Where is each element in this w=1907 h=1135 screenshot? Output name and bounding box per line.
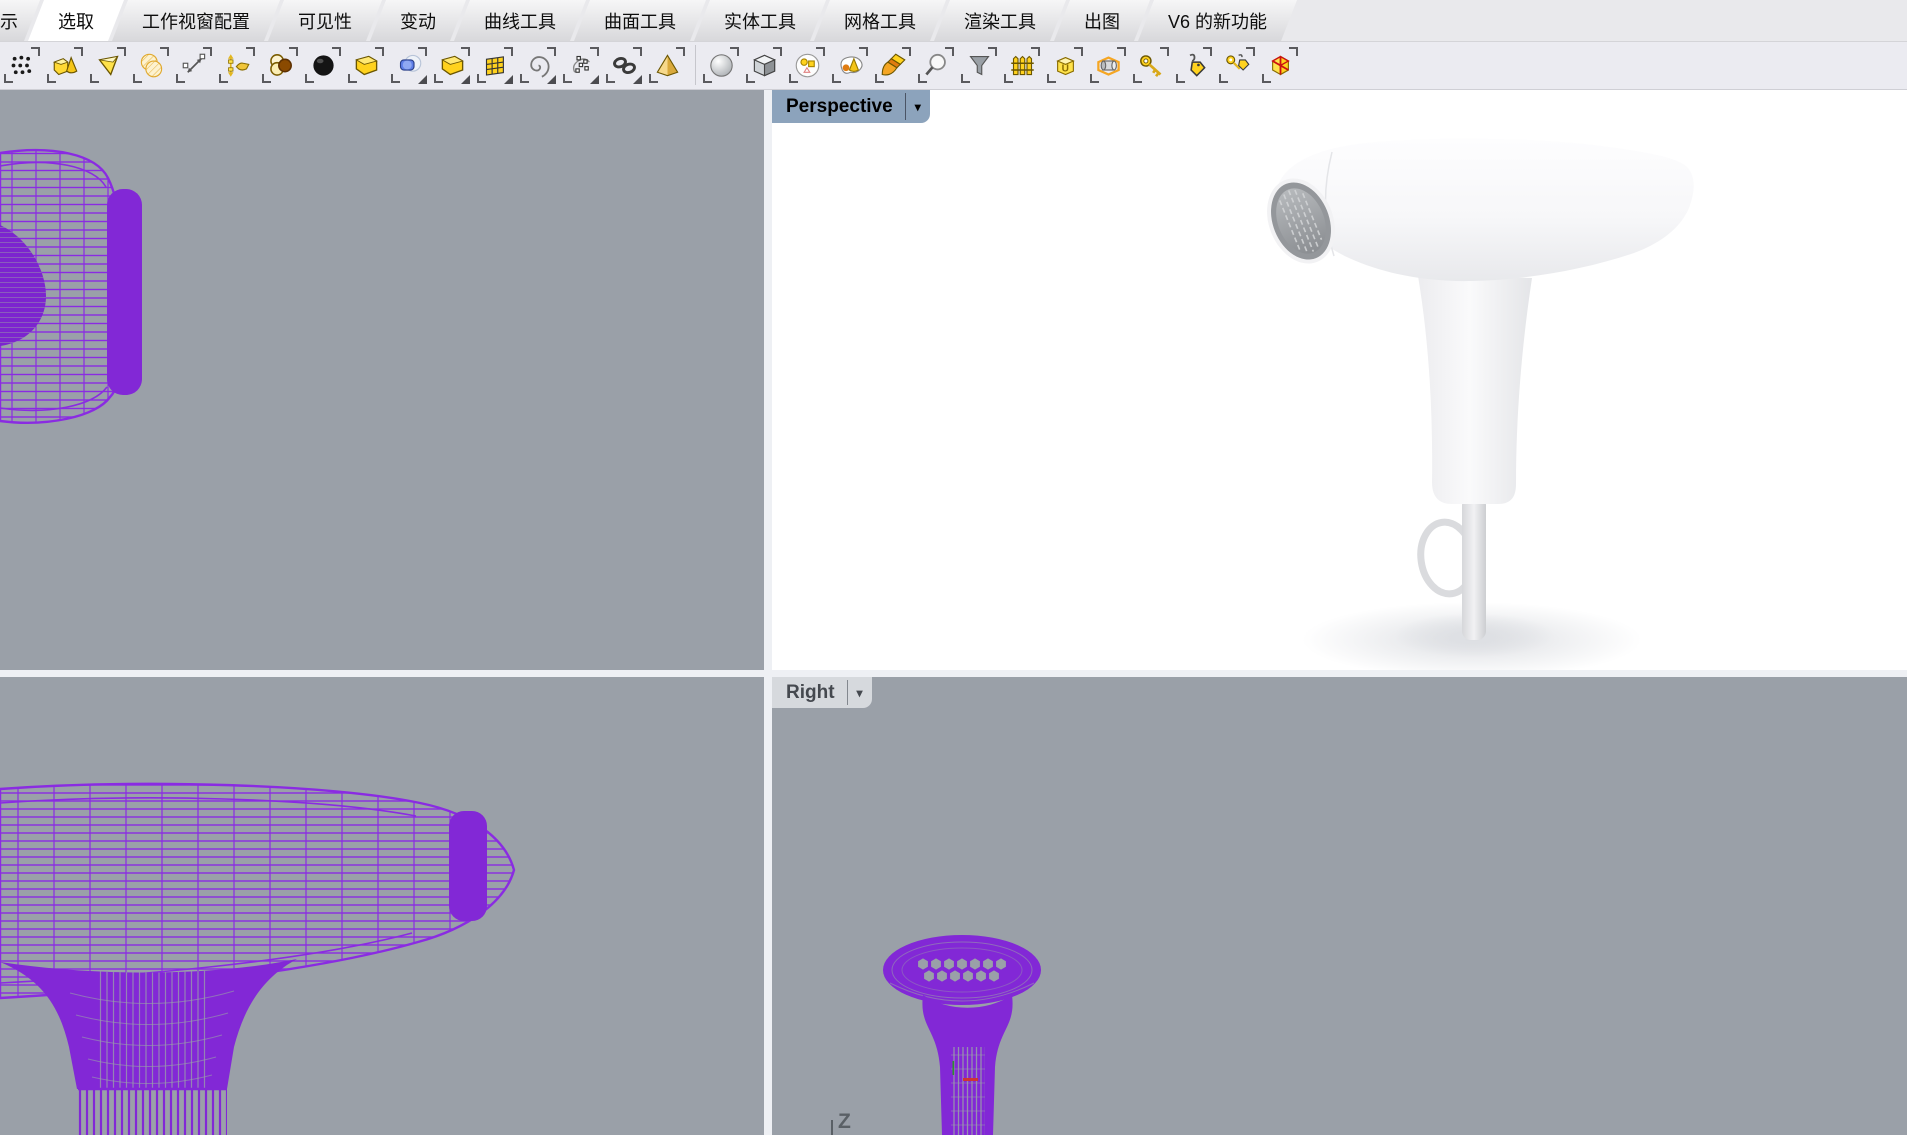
viewport-title-label: Right xyxy=(786,682,835,704)
select-spheres-icon[interactable] xyxy=(701,44,741,86)
select-duplicates-icon[interactable] xyxy=(131,44,171,86)
flyout-indicator[interactable] xyxy=(504,75,513,84)
select-polysurfaces-icon[interactable] xyxy=(432,44,472,86)
tab-label: 示 xyxy=(0,8,18,34)
tab-label: 选取 xyxy=(58,8,94,34)
flyout-indicator[interactable] xyxy=(590,75,599,84)
tab-曲面工具[interactable]: 曲面工具 xyxy=(574,0,706,41)
flyout-indicator[interactable] xyxy=(461,75,470,84)
ribbon-tab-bar: 示 选取 工作视窗配置 可见性 变动 曲线工具 曲面工具 实体工具 网格工具 渲染工具 出图 V6 的… xyxy=(0,0,1907,42)
toolbar-separator xyxy=(695,45,696,85)
viewport-bottom-left[interactable] xyxy=(0,677,764,1135)
tab-label: 网格工具 xyxy=(844,8,916,34)
viewport-top-left[interactable] xyxy=(0,90,764,670)
tab-label: 可见性 xyxy=(298,8,352,34)
zoom-selected-icon[interactable] xyxy=(916,44,956,86)
select-chain-icon[interactable] xyxy=(604,44,644,86)
tab-label: 出图 xyxy=(1084,8,1120,34)
wireframe-right-view xyxy=(772,677,1907,1135)
select-solids-icon[interactable] xyxy=(45,44,85,86)
select-region-icon[interactable] xyxy=(830,44,870,86)
label-divider xyxy=(905,93,906,120)
select-locked-icon[interactable] xyxy=(1131,44,1171,86)
select-key-tag-icon[interactable] xyxy=(1217,44,1257,86)
lasso-select-icon[interactable] xyxy=(88,44,128,86)
select-points-icon[interactable] xyxy=(2,44,42,86)
z-axis-label: Z xyxy=(838,1110,851,1134)
select-extrusions-icon[interactable] xyxy=(647,44,687,86)
brush-select-icon[interactable] xyxy=(873,44,913,86)
select-group-icon[interactable]: U xyxy=(1045,44,1085,86)
viewport-title-label: Perspective xyxy=(786,96,893,118)
viewport-title-right[interactable]: Right ▾ xyxy=(772,677,872,708)
viewport-menu-arrow-icon[interactable]: ▾ xyxy=(915,101,930,113)
flyout-indicator[interactable] xyxy=(547,75,556,84)
select-meshes-icon[interactable] xyxy=(475,44,515,86)
toolbar: U xyxy=(0,41,1907,90)
tab-label: 实体工具 xyxy=(724,8,796,34)
select-surfaces-icon[interactable] xyxy=(346,44,386,86)
select-by-object-color-icon[interactable] xyxy=(303,44,343,86)
wireframe-front-view xyxy=(0,677,764,1135)
flyout-indicator[interactable] xyxy=(633,75,642,84)
tab-渲染工具[interactable]: 渲染工具 xyxy=(934,0,1066,41)
viewport-title-perspective[interactable]: Perspective ▾ xyxy=(772,90,930,123)
handle xyxy=(1418,276,1532,504)
tab-可见性[interactable]: 可见性 xyxy=(268,0,382,41)
tab-实体工具[interactable]: 实体工具 xyxy=(694,0,826,41)
tab-工作视窗配置[interactable]: 工作视窗配置 xyxy=(112,0,280,41)
tab-变动[interactable]: 变动 xyxy=(370,0,466,41)
z-axis-line xyxy=(831,1120,833,1135)
tab-label: 曲线工具 xyxy=(484,8,556,34)
select-boxes-icon[interactable] xyxy=(744,44,784,86)
hair-dryer-render xyxy=(772,90,1907,670)
tab-label: 曲面工具 xyxy=(604,8,676,34)
tab-出图[interactable]: 出图 xyxy=(1054,0,1150,41)
select-tagged-icon[interactable] xyxy=(1174,44,1214,86)
fence-select-icon[interactable] xyxy=(1002,44,1042,86)
dryer-head-oval xyxy=(883,935,1041,1005)
svg-text:U: U xyxy=(1061,63,1068,74)
select-curves-icon[interactable] xyxy=(518,44,558,86)
tab-label: V6 的新功能 xyxy=(1168,8,1267,34)
tab-曲线工具[interactable]: 曲线工具 xyxy=(454,0,586,41)
select-clipped-icon[interactable] xyxy=(1260,44,1300,86)
head xyxy=(1278,139,1694,282)
tab-选取[interactable]: 选取 xyxy=(28,0,124,41)
gumball-green-tick xyxy=(953,1061,955,1075)
selection-filter-icon[interactable] xyxy=(959,44,999,86)
select-small-objects-icon[interactable] xyxy=(787,44,827,86)
cord-rod xyxy=(1462,496,1486,640)
move-to-selection-icon[interactable] xyxy=(217,44,257,86)
tab-label: 渲染工具 xyxy=(964,8,1036,34)
select-point-clouds-icon[interactable] xyxy=(561,44,601,86)
tab-V6 的新功能[interactable]: V6 的新功能 xyxy=(1138,0,1297,41)
viewport-perspective[interactable]: Perspective ▾ xyxy=(772,90,1907,670)
select-bounding-box-icon[interactable] xyxy=(1088,44,1128,86)
tab-网格工具[interactable]: 网格工具 xyxy=(814,0,946,41)
flyout-indicator[interactable] xyxy=(418,75,427,84)
gumball-red-tick xyxy=(963,1078,978,1081)
viewport-right[interactable]: Right ▾ Z xyxy=(772,677,1907,1135)
select-blocks-icon[interactable] xyxy=(389,44,429,86)
viewport-menu-arrow-icon[interactable]: ▾ xyxy=(857,687,872,699)
tab-label: 变动 xyxy=(400,8,436,34)
wireframe-top-view xyxy=(0,90,764,670)
select-by-distance-icon[interactable] xyxy=(174,44,214,86)
label-divider xyxy=(847,680,848,705)
tab-label: 工作视窗配置 xyxy=(142,8,250,34)
select-by-color-icon[interactable] xyxy=(260,44,300,86)
